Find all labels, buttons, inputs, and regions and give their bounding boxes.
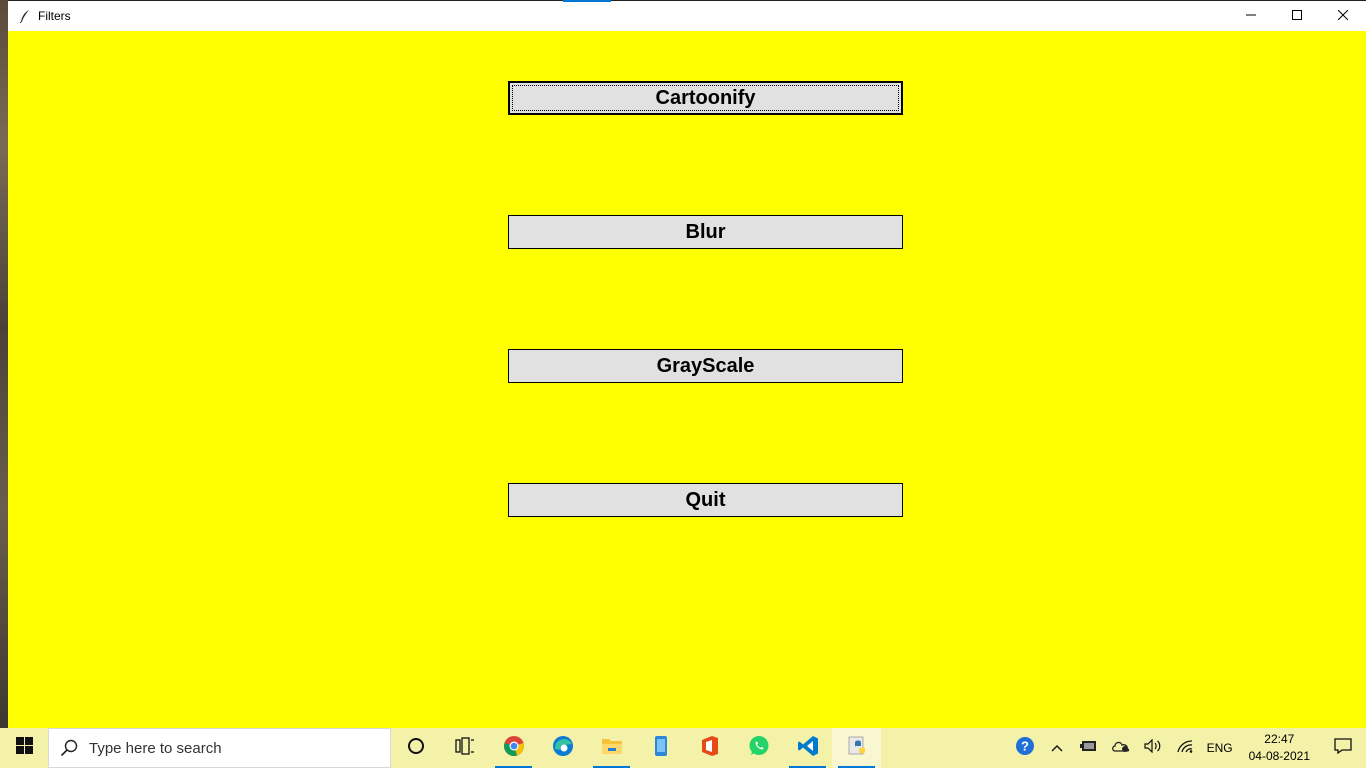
whatsapp-taskbar-button[interactable] (734, 728, 783, 768)
windows-logo-icon (15, 737, 33, 759)
file-explorer-taskbar-button[interactable] (587, 728, 636, 768)
search-icon (49, 739, 89, 757)
grayscale-button[interactable]: GrayScale (508, 349, 903, 383)
taskbar: Type here to search ? ENG 22:47 04-08-20… (0, 728, 1366, 768)
cortana-icon (407, 737, 425, 760)
clock-date: 04-08-2021 (1248, 749, 1310, 763)
svg-text:?: ? (1021, 738, 1029, 753)
chevron-up-icon (1051, 739, 1063, 757)
clock[interactable]: 22:47 04-08-2021 (1239, 731, 1320, 765)
whatsapp-icon (748, 735, 770, 762)
chrome-taskbar-button[interactable] (489, 728, 538, 768)
title-bar: Filters (8, 0, 1366, 31)
filters-window: Filters Cartoonify Blur GrayScale Quit (8, 0, 1366, 728)
office-taskbar-button[interactable] (685, 728, 734, 768)
start-button[interactable] (0, 728, 48, 768)
volume-tray-button[interactable] (1137, 728, 1169, 768)
action-center-button[interactable] (1320, 728, 1366, 768)
battery-tray-button[interactable] (1073, 728, 1105, 768)
python-icon (846, 735, 868, 762)
clock-time: 22:47 (1264, 732, 1295, 746)
minimize-button[interactable] (1228, 0, 1274, 31)
system-tray: ? ENG 22:47 04-08-2021 (1009, 728, 1366, 768)
vscode-icon (797, 735, 819, 762)
file-explorer-icon (601, 736, 623, 761)
vscode-taskbar-button[interactable] (783, 728, 832, 768)
title-top-border (8, 0, 1366, 1)
cloud-sync-icon (1111, 739, 1131, 758)
chrome-icon (503, 735, 525, 762)
quit-button[interactable]: Quit (508, 483, 903, 517)
battery-icon (1079, 739, 1098, 757)
phone-icon (654, 735, 668, 762)
title-accent (563, 0, 611, 2)
search-placeholder: Type here to search (89, 739, 222, 757)
notification-icon (1334, 737, 1352, 759)
show-hidden-icons-button[interactable] (1041, 728, 1073, 768)
speaker-icon (1143, 738, 1162, 758)
python-taskbar-button[interactable] (832, 728, 881, 768)
network-tray-button[interactable] (1169, 728, 1201, 768)
blur-button[interactable]: Blur (508, 215, 903, 249)
edge-taskbar-button[interactable] (538, 728, 587, 768)
window-title: Filters (38, 8, 71, 23)
phone-taskbar-button[interactable] (636, 728, 685, 768)
taskbar-search-box[interactable]: Type here to search (48, 728, 391, 768)
minimize-icon (1246, 7, 1256, 25)
task-view-button[interactable] (440, 728, 489, 768)
help-icon: ? (1015, 736, 1035, 761)
maximize-button[interactable] (1274, 0, 1320, 31)
onedrive-tray-button[interactable] (1105, 728, 1137, 768)
cartoonify-button[interactable]: Cartoonify (508, 81, 903, 115)
close-button[interactable] (1320, 0, 1366, 31)
maximize-icon (1292, 7, 1302, 25)
task-view-icon (454, 736, 475, 760)
edge-icon (552, 735, 574, 762)
input-language-button[interactable]: ENG (1201, 728, 1239, 768)
tk-feather-icon (18, 9, 32, 23)
cortana-button[interactable] (391, 728, 440, 768)
close-icon (1337, 7, 1349, 25)
window-controls (1228, 0, 1366, 31)
wifi-icon (1176, 739, 1194, 758)
office-icon (700, 735, 720, 762)
desktop-background (0, 0, 8, 728)
help-tray-button[interactable]: ? (1009, 728, 1041, 768)
